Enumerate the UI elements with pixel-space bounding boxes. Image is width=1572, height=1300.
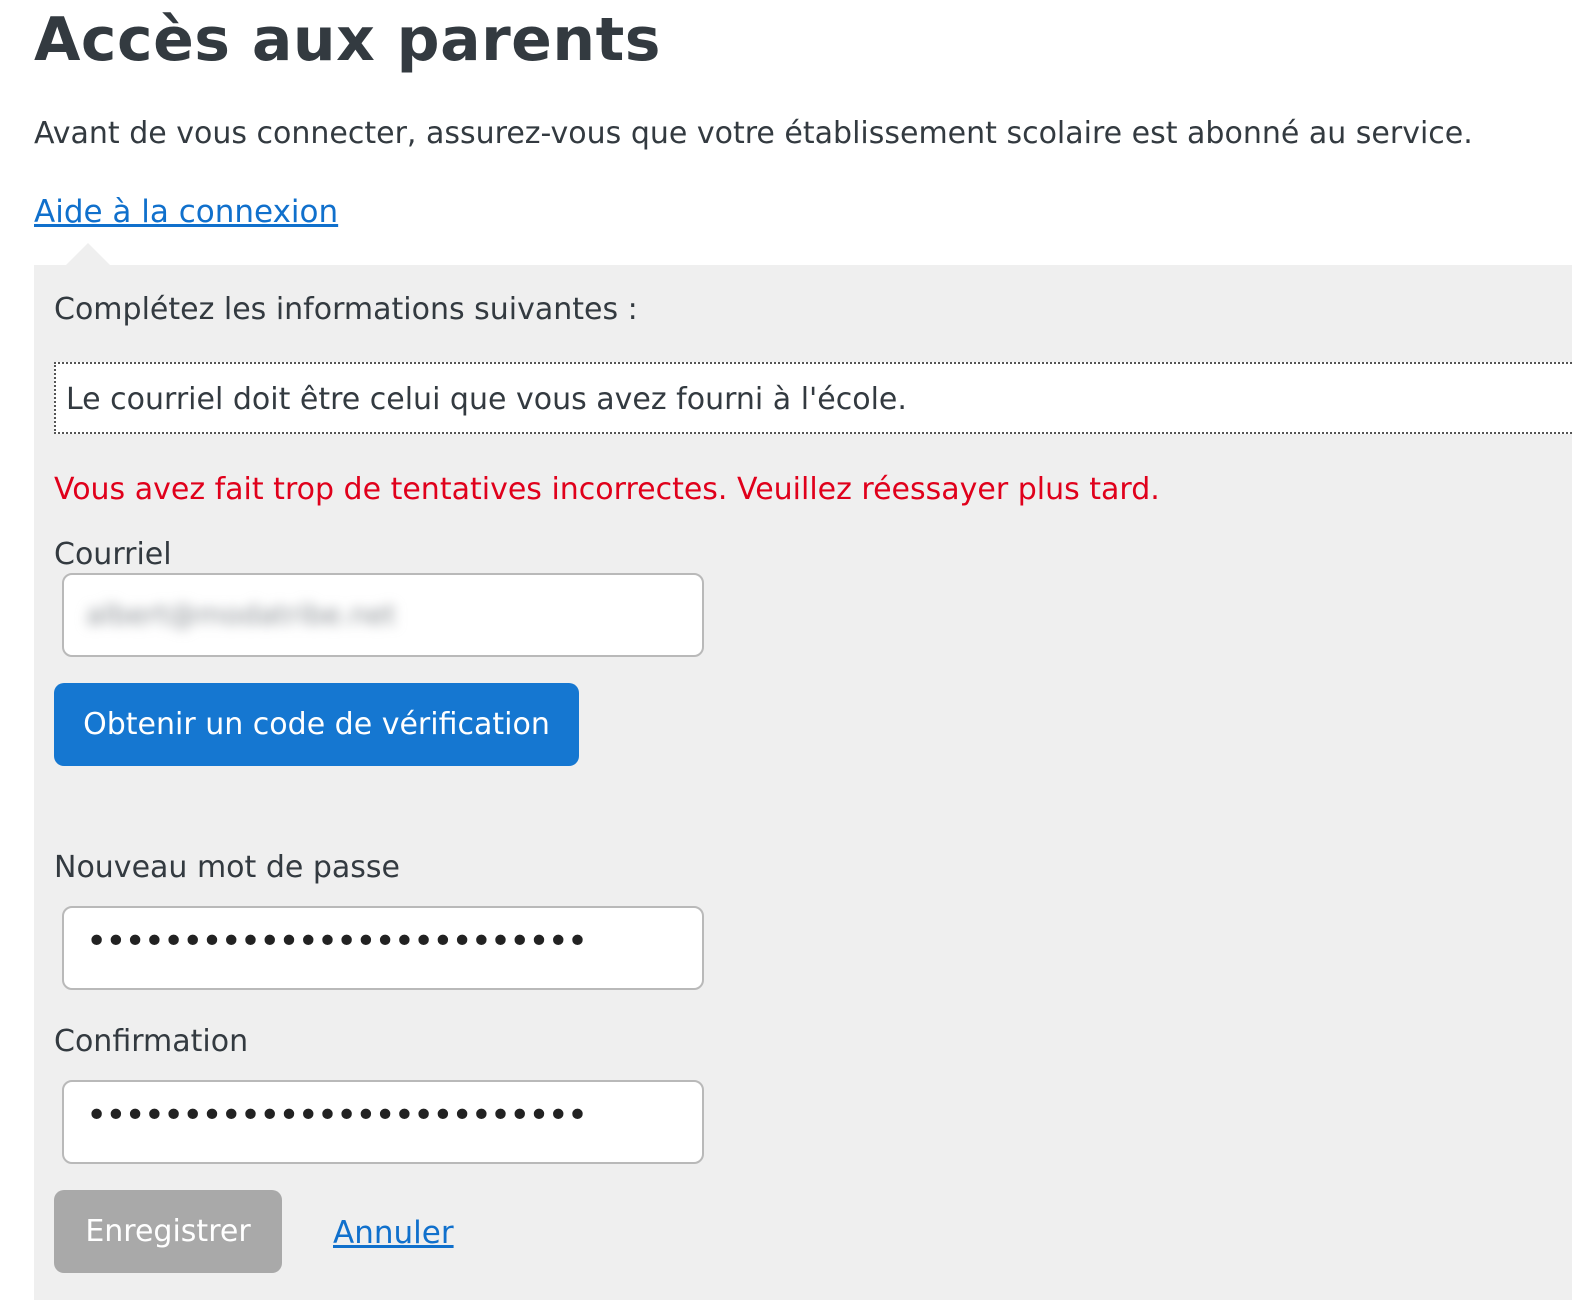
parent-access-page: Accès aux parents Avant de vous connecte… xyxy=(0,0,1572,1300)
confirmation-field[interactable]: •••••••••••••••••••••••••• xyxy=(62,1080,704,1164)
panel-pointer xyxy=(66,243,110,265)
email-field[interactable]: albert@modatribe.net xyxy=(62,573,704,657)
confirmation-label: Confirmation xyxy=(54,1024,249,1059)
new-password-label: Nouveau mot de passe xyxy=(54,850,401,885)
new-password-field[interactable]: •••••••••••••••••••••••••• xyxy=(62,906,704,990)
cancel-link[interactable]: Annuler xyxy=(333,1211,454,1255)
email-value: albert@modatribe.net xyxy=(86,598,396,631)
intro-text: Avant de vous connecter, assurez-vous qu… xyxy=(34,116,1473,151)
email-label: Courriel xyxy=(54,537,172,572)
page-title: Accès aux parents xyxy=(34,5,661,75)
get-verification-code-button[interactable]: Obtenir un code de vérification xyxy=(54,683,579,766)
notice-text: Le courriel doit être celui que vous ave… xyxy=(66,382,907,417)
save-button[interactable]: Enregistrer xyxy=(54,1190,282,1273)
error-message: Vous avez fait trop de tentatives incorr… xyxy=(54,472,1160,507)
form-heading: Complétez les informations suivantes : xyxy=(54,292,638,327)
new-password-value: •••••••••••••••••••••••••• xyxy=(86,921,588,962)
login-help-link[interactable]: Aide à la connexion xyxy=(34,190,338,234)
confirmation-value: •••••••••••••••••••••••••• xyxy=(86,1095,588,1136)
